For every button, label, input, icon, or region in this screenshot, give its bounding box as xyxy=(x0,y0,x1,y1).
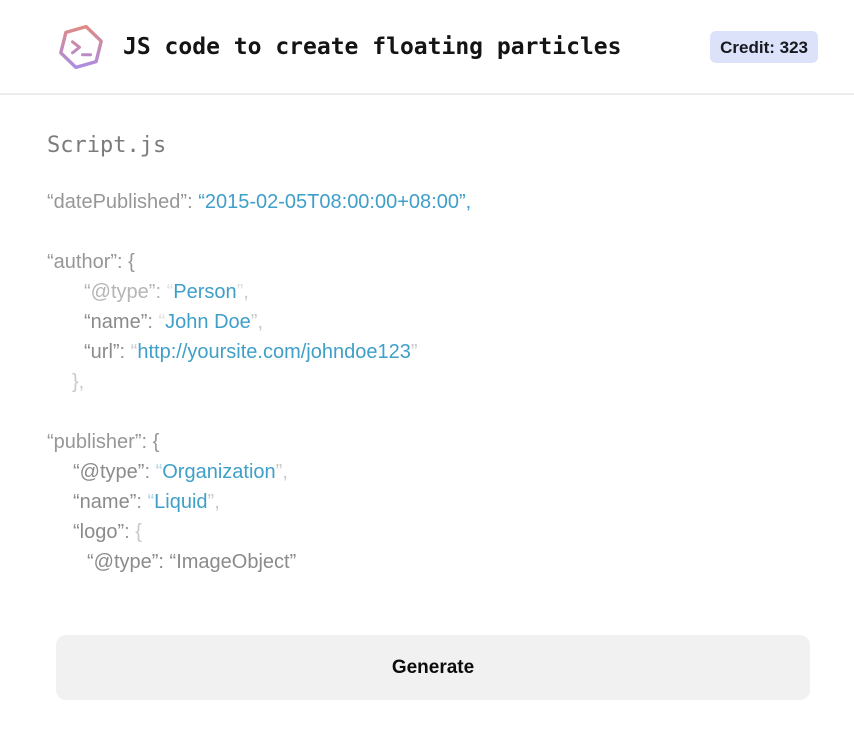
code-line: “@type”: “Organization”, xyxy=(73,461,288,483)
app-header: JS code to create floating particles Cre… xyxy=(0,0,854,95)
main-content: Script.js “datePublished”: “2015-02-05T0… xyxy=(0,133,854,700)
code-line: “name”: “John Doe”, xyxy=(84,311,264,333)
code-line: “@type”: “Person”, xyxy=(84,281,249,303)
code-line: “@type”: “ImageObject” xyxy=(87,551,297,573)
code-line: “name”: “Liquid”, xyxy=(73,491,220,513)
page-title: JS code to create floating particles xyxy=(123,33,622,60)
code-line: “datePublished”: “2015-02-05T08:00:00+08… xyxy=(47,191,472,213)
code-line: “author”: { xyxy=(47,251,135,273)
code-line: “publisher”: { xyxy=(47,431,160,453)
generate-button[interactable]: Generate xyxy=(56,635,810,700)
code-line: “url”: “http://yoursite.com/johndoe123” xyxy=(84,341,418,363)
filename-label: Script.js xyxy=(47,133,167,158)
code-block: “datePublished”: “2015-02-05T08:00:00+08… xyxy=(47,187,810,577)
code-line: “logo”: { xyxy=(73,521,142,543)
terminal-hexagon-icon xyxy=(55,20,107,74)
credit-badge: Credit: 323 xyxy=(710,30,818,63)
code-line: }, xyxy=(72,371,85,393)
